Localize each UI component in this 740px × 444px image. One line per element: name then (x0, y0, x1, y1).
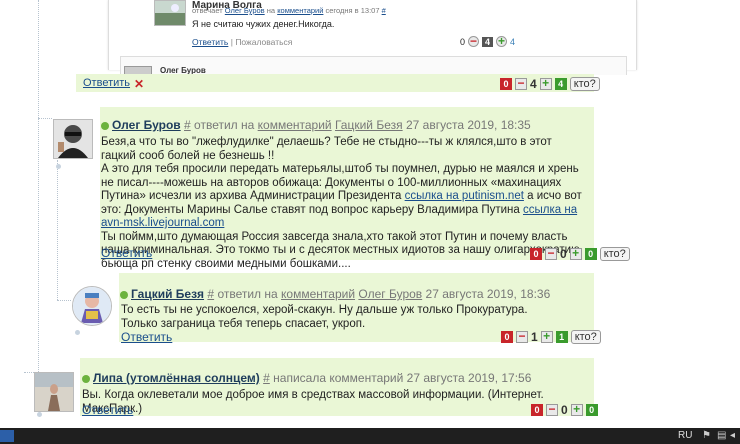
comment-1-vote-up[interactable]: + (569, 247, 582, 260)
top-comment-text: Я не считаю чужих денег.Никогда. (192, 19, 335, 29)
comment-2-who-button[interactable]: кто? (570, 330, 601, 344)
taskbar-language-indicator[interactable]: RU (678, 430, 692, 441)
comment-2-date: 27 августа 2019, 18:36 (425, 287, 551, 301)
top-comment-meta: отвечает Олег Буров на комментарий сегод… (192, 6, 386, 15)
taskbar-volume-icon[interactable]: ◂ (730, 430, 735, 441)
comment-2-header: Гацкий Безя # ответил на комментарий Оле… (120, 287, 550, 301)
comment-3-reply[interactable]: Ответить (82, 403, 133, 417)
comment-2-author[interactable]: Гацкий Безя (131, 287, 204, 301)
comment-2-reply[interactable]: Ответить (121, 330, 172, 344)
top-comment-hash[interactable]: # (382, 6, 386, 15)
comment-1-header: Олег Буров # ответил на комментарий Гацк… (101, 118, 531, 132)
strip-vote-green-count: 4 (554, 78, 567, 90)
comment-2-meta-user[interactable]: Олег Буров (358, 287, 422, 301)
comment-1-reply[interactable]: Ответить (101, 246, 152, 260)
avatar-marina-volga[interactable] (154, 0, 186, 26)
online-status-icon (101, 121, 109, 130)
comment-3-body: Вы. Когда оклеветали мое доброе имя в ср… (82, 389, 587, 416)
taskbar-start-button[interactable] (0, 430, 14, 442)
comment-1-score: 0 (560, 247, 567, 261)
comment-3-vote-up[interactable]: + (570, 403, 583, 416)
avatar-oleg-burov[interactable] (53, 119, 93, 159)
comment-3-score: 0 (561, 403, 568, 417)
comment-2-red-count: 0 (501, 331, 513, 343)
comment-1-meta-user[interactable]: Гацкий Безя (335, 118, 403, 132)
tree-dot (56, 164, 61, 169)
comment-2-hash[interactable]: # (207, 287, 214, 301)
strip-vote-up[interactable]: + (539, 77, 552, 90)
strip-vote-down[interactable]: − (515, 77, 527, 90)
top-comment-reply[interactable]: Ответить (192, 37, 228, 47)
comment-3-vote-down[interactable]: − (546, 403, 558, 416)
comment-1-author[interactable]: Олег Буров (112, 118, 181, 132)
os-taskbar: RU ⚑ ▤ ◂ (0, 428, 740, 444)
avatar-gatskiy-bezya[interactable] (72, 286, 112, 326)
comment-2-green-count: 1 (555, 331, 568, 343)
strip-vote-red-count: 0 (500, 78, 512, 90)
online-status-icon (82, 374, 90, 383)
top-comment-score: 4 (482, 36, 494, 47)
comment-3-vote: 0 − 0 + 0 (531, 403, 598, 417)
tree-branch-2 (57, 300, 71, 301)
comment-1-link-putinism[interactable]: ссылка на putinism.net (405, 190, 524, 202)
strip-vote: 0 − 4 + 4 кто? (500, 77, 600, 91)
comment-3-green-count: 0 (585, 404, 598, 416)
comment-1-paragraph: Ты поймм,што думающая Россия завсегда зн… (101, 230, 580, 270)
comment-1-vote-down[interactable]: − (545, 247, 557, 260)
comment-3-red-count: 0 (531, 404, 543, 416)
tree-line-main (38, 0, 39, 372)
strip-score: 4 (530, 77, 537, 91)
comment-1-green-count: 0 (584, 248, 597, 260)
strip-reply[interactable]: Ответить (83, 77, 130, 89)
taskbar-flag-icon[interactable]: ⚑ (702, 430, 711, 441)
comment-1-hash[interactable]: # (184, 118, 191, 132)
online-status-icon (120, 290, 128, 299)
strip-close-icon[interactable]: ✕ (134, 77, 144, 91)
comment-1-body: Безя,а что ты во "лжефлудилке" делаешь? … (101, 136, 588, 271)
top-comment-meta-link[interactable]: комментарий (277, 6, 323, 15)
tree-branch-1 (38, 118, 52, 119)
comment-1-vote: 0 − 0 + 0 кто? (530, 247, 630, 261)
tree-dot (37, 412, 42, 417)
comment-2-meta-link[interactable]: комментарий (281, 287, 355, 301)
comment-3-hash[interactable]: # (263, 371, 270, 385)
comment-1-date: 27 августа 2019, 18:35 (405, 118, 531, 132)
comment-2-vote: 0 − 1 + 1 кто? (501, 330, 601, 344)
top-comment-meta-user[interactable]: Олег Буров (225, 6, 265, 15)
top-comment-vote-down[interactable]: − (468, 35, 480, 47)
top-comment-actions: Ответить | Пожаловаться (192, 37, 293, 47)
comment-2-score: 1 (531, 330, 538, 344)
top-comment-vote-up[interactable]: + (496, 35, 508, 47)
top-comment-complain[interactable]: Пожаловаться (235, 37, 292, 47)
comment-1-paragraph: Безя,а что ты во "лжефлудилке" делаешь? … (101, 136, 552, 162)
comment-1-paragraph: А это для тебя просили передать матерьял… (101, 163, 582, 229)
comment-3-date: 27 августа 2019, 17:56 (406, 371, 532, 385)
avatar-lipa[interactable] (34, 372, 74, 412)
top-comment-score-plus-count: 4 (510, 36, 516, 47)
comment-2-vote-up[interactable]: + (540, 330, 553, 343)
strip-who-button[interactable]: кто? (569, 77, 600, 91)
comment-2-paragraph: То есть ты не успокоелся, херой-скакун. … (121, 304, 528, 316)
nested-reply-author: Олег Буров (160, 66, 206, 74)
tree-line-2 (57, 160, 58, 300)
comment-2-body: То есть ты не успокоелся, херой-скакун. … (121, 304, 589, 331)
comment-2-vote-down[interactable]: − (516, 330, 528, 343)
comment-3-paragraph: Вы. Когда оклеветали мое доброе имя в ср… (82, 389, 544, 415)
comment-1-red-count: 0 (530, 248, 542, 260)
comment-3-header: Липа (утомлённая солнцем) # написала ком… (82, 371, 531, 385)
top-comment-vote: 0 − 4 + 4 (460, 35, 516, 47)
top-comment-score-minus-count: 0 (460, 36, 466, 47)
comment-1-meta-link[interactable]: комментарий (258, 118, 332, 132)
comment-3-author[interactable]: Липа (утомлённая солнцем) (93, 371, 260, 385)
tree-dot (75, 330, 80, 335)
comment-1-who-button[interactable]: кто? (599, 247, 630, 261)
taskbar-network-icon[interactable]: ▤ (717, 430, 726, 441)
